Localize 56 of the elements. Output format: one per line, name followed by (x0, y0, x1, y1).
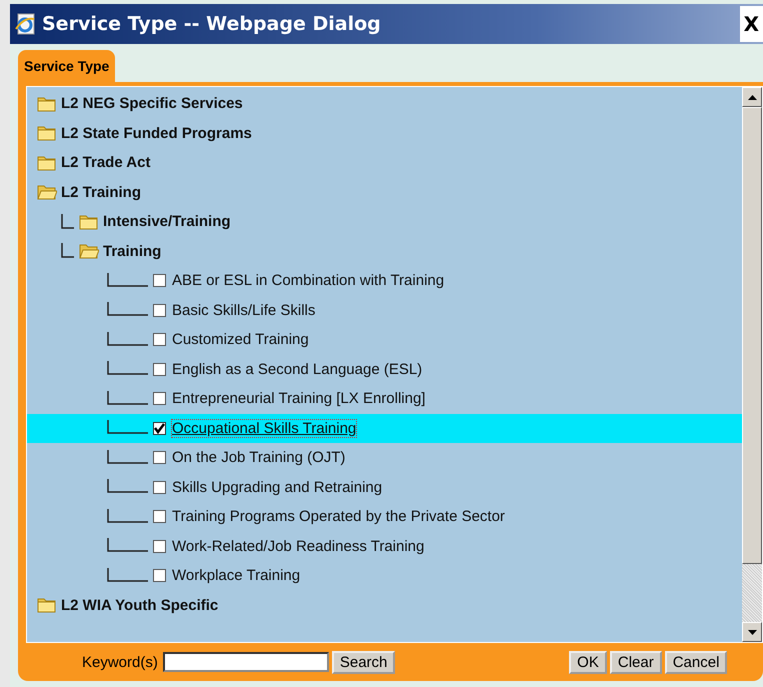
scroll-down-button[interactable] (742, 622, 762, 642)
tree-item[interactable]: Workplace Training (27, 561, 742, 590)
folder-label[interactable]: Training (103, 242, 162, 260)
scroll-up-button[interactable] (742, 87, 762, 107)
tree-connector-icon (107, 450, 149, 466)
checkbox[interactable] (153, 333, 166, 346)
tree-connector-icon (107, 390, 149, 407)
folder-label[interactable]: L2 Trade Act (61, 154, 150, 172)
tree-item[interactable]: Skills Upgrading and Retraining (27, 472, 742, 502)
tree-connector-icon (107, 302, 149, 318)
checkbox[interactable] (153, 362, 166, 376)
folder-label[interactable]: L2 Training (61, 184, 142, 201)
tree-connector-icon (107, 508, 149, 525)
checkbox[interactable] (153, 274, 166, 288)
tree-connector-icon (107, 568, 149, 584)
tree-connector-icon (107, 361, 149, 378)
up-arrow-icon (748, 94, 756, 100)
tree-item[interactable]: Training Programs Operated by the Private Sector (27, 502, 742, 532)
checkbox[interactable] (153, 422, 166, 435)
tab[interactable]: Service Type (18, 50, 116, 82)
checkbox[interactable] (153, 510, 166, 524)
checkbox[interactable] (153, 480, 166, 494)
checkbox[interactable] (153, 540, 166, 553)
keyword-field[interactable] (162, 652, 329, 672)
checkbox[interactable] (153, 569, 166, 582)
tree-item[interactable]: On the Job Training (OJT) (27, 443, 742, 472)
tree-connector-icon (61, 243, 75, 260)
folder-label[interactable]: Intensive/Training (103, 213, 231, 230)
tree-item[interactable]: Work-Related/Job Readiness Training (27, 532, 742, 561)
tree-connector-icon (107, 332, 149, 348)
checkbox[interactable] (153, 451, 166, 464)
folder-label[interactable]: L2 WIA Youth Specific (61, 596, 218, 614)
tree-item[interactable]: Entrepreneurial Training [LX Enrolling] (27, 384, 742, 414)
tree-connector-icon (61, 214, 75, 230)
search-button[interactable]: Search (332, 650, 396, 674)
browser-icon (14, 13, 36, 35)
tree-item[interactable]: ABE or ESL in Combination with Training (27, 266, 742, 296)
down-arrow-icon (748, 630, 756, 634)
folder-label[interactable]: L2 State Funded Programs (61, 124, 252, 142)
checkbox[interactable] (153, 304, 166, 317)
tree-item[interactable]: Basic Skills/Life Skills (27, 296, 742, 325)
folder-label[interactable]: L2 NEG Specific Services (61, 95, 243, 112)
tree-item[interactable]: Occupational Skills Training (27, 414, 742, 443)
tree-connector-icon (107, 272, 149, 289)
dialog-button[interactable]: Cancel (664, 650, 728, 674)
close-button[interactable]: X (740, 6, 763, 42)
tree-connector-icon (107, 420, 149, 436)
tree-item[interactable]: Customized Training (27, 325, 742, 354)
tree-item[interactable]: English as a Second Language (ESL) (27, 354, 742, 384)
tree-connector-icon (107, 538, 149, 554)
dialog-button[interactable]: Clear (610, 650, 662, 674)
keyword-label: Keyword(s) (82, 654, 158, 670)
tree-connector-icon (107, 479, 149, 496)
dialog-button[interactable]: OK (569, 650, 607, 674)
checkbox[interactable] (153, 392, 166, 406)
window-title: Service Type -- Webpage Dialog (42, 13, 382, 35)
